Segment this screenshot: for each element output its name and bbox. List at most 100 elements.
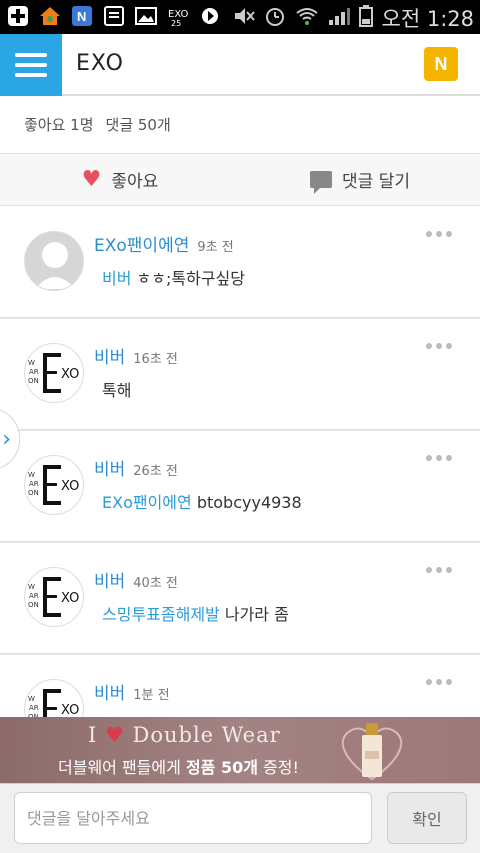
svg-text:AR: AR [29, 704, 39, 712]
svg-text:25: 25 [171, 19, 181, 27]
exo-logo-icon: WARON XO [28, 577, 79, 617]
avatar[interactable]: W AR ON XO [24, 343, 84, 403]
app-bar: EXO N [0, 34, 480, 96]
ad-subline-post: 증정! [257, 758, 299, 777]
exo-app-icon: EXO 25 [166, 4, 190, 28]
menu-button[interactable] [0, 34, 62, 96]
chevron-right-icon: › [2, 426, 11, 452]
status-bar: N EXO 25 오전 1:28 [0, 0, 480, 34]
author-name[interactable]: 비버 [94, 348, 125, 368]
mention-link[interactable]: 비버 [102, 269, 131, 288]
author-name[interactable]: 비버 [94, 460, 125, 480]
comment-author[interactable]: 비버 16초 전 [94, 343, 178, 368]
more-options-icon[interactable] [426, 455, 452, 461]
comment-item: W AR ON XO 비버 16초 전 톡해 [0, 319, 480, 431]
svg-text:W: W [28, 471, 35, 479]
svg-text:ON: ON [28, 489, 39, 497]
signal-icon [328, 6, 350, 31]
comment-author[interactable]: EXo팬이에연 9초 전 [94, 231, 234, 256]
like-label: 좋아요 [111, 172, 159, 192]
confirm-button[interactable]: 확인 [387, 792, 467, 844]
avatar[interactable]: W AR ON XO [24, 679, 84, 717]
exo-logo-icon: WARON XO [28, 465, 79, 505]
comment-text: 톡해 [102, 377, 131, 401]
svg-text:ON: ON [28, 601, 39, 609]
book-app-icon [102, 4, 126, 28]
menu-icon-line [15, 63, 47, 67]
comment-item: EXo팬이에연 9초 전 비버 ㅎㅎ;톡하구싶당 [0, 207, 480, 319]
menu-icon-line [15, 53, 47, 57]
menu-icon-line [15, 73, 47, 77]
comment-author[interactable]: 비버 1분 전 [94, 679, 170, 704]
write-comment-button[interactable]: 댓글 달기 [240, 154, 480, 205]
comment-author[interactable]: 비버 26초 전 [94, 455, 178, 480]
avatar[interactable]: W AR ON XO [24, 567, 84, 627]
clock: 오전 1:28 [381, 7, 474, 31]
mention-link[interactable]: 스밍투표좀해제발 [102, 605, 220, 624]
comment-item: W AR ON XO 비버 26초 전 EXo팬이에연 btobcyy4938 [0, 431, 480, 543]
ad-headline: I ♥ Double Wear [88, 723, 281, 747]
comment-body: 톡해 [102, 381, 132, 400]
wifi-icon [295, 6, 319, 31]
battery-icon [358, 4, 373, 32]
comment-item: W AR ON XO 비버 1분 전 [0, 655, 480, 717]
comment-text: EXo팬이에연 btobcyy4938 [102, 489, 302, 513]
svg-text:XO: XO [61, 591, 79, 606]
comment-time: 16초 전 [133, 352, 178, 367]
like-button[interactable]: ♥ 좋아요 [0, 154, 240, 205]
svg-text:AR: AR [29, 592, 39, 600]
svg-text:XO: XO [61, 703, 79, 717]
comment-body: 나가라 좀 [219, 605, 289, 624]
comment-item: W AR ON XO 비버 40초 전 스밍투표좀해제발 나가라 좀 [0, 543, 480, 655]
ad-headline-pre: I [88, 723, 98, 747]
svg-text:W: W [28, 359, 35, 367]
music-icon [198, 4, 222, 28]
gallery-icon [134, 4, 158, 28]
ad-subline-strong: 정품 50개 [185, 758, 258, 777]
like-count: 좋아요 1명 [24, 116, 94, 134]
exo-logo-icon: WARON XO [28, 689, 79, 717]
comment-text: 비버 ㅎㅎ;톡하구싶당 [102, 265, 245, 289]
notification-badge[interactable]: N [424, 47, 458, 81]
author-name[interactable]: 비버 [94, 572, 125, 592]
mute-icon [233, 6, 255, 31]
product-bottle-icon [341, 723, 403, 781]
comment-input[interactable] [14, 792, 372, 844]
write-comment-label: 댓글 달기 [342, 172, 410, 192]
n-app-icon: N [70, 4, 94, 28]
author-name[interactable]: 비버 [94, 684, 125, 704]
comment-icon [310, 171, 333, 194]
home-app-icon [38, 4, 62, 28]
add-icon [6, 4, 30, 28]
author-name[interactable]: EXo팬이에연 [94, 236, 189, 256]
comment-input-bar: 확인 [0, 783, 480, 853]
svg-text:W: W [28, 695, 35, 703]
heart-icon: ♥ [104, 723, 125, 747]
more-options-icon[interactable] [426, 343, 452, 349]
comment-time: 1분 전 [133, 688, 170, 703]
avatar[interactable]: W AR ON XO [24, 455, 84, 515]
svg-text:W: W [28, 583, 35, 591]
comment-list: EXo팬이에연 9초 전 비버 ㅎㅎ;톡하구싶당 W AR ON XO 비버 16초 전 … [0, 207, 480, 717]
comment-count: 댓글 50개 [105, 116, 171, 134]
comment-time: 9초 전 [197, 240, 234, 255]
comment-text: 스밍투표좀해제발 나가라 좀 [102, 601, 289, 625]
svg-text:ON: ON [28, 377, 39, 385]
ad-subline-pre: 더블웨어 팬들에게 [58, 758, 186, 777]
svg-text:AR: AR [29, 480, 39, 488]
comment-body: ㅎㅎ;톡하구싶당 [131, 269, 245, 288]
comment-time: 26초 전 [133, 464, 178, 479]
comment-author[interactable]: 비버 40초 전 [94, 567, 178, 592]
page-title: EXO [76, 51, 124, 76]
svg-text:XO: XO [61, 479, 79, 494]
avatar[interactable] [24, 231, 84, 291]
more-options-icon[interactable] [426, 231, 452, 237]
svg-text:XO: XO [61, 367, 79, 382]
svg-text:N: N [77, 9, 86, 24]
mention-link[interactable]: EXo팬이에연 [102, 493, 192, 512]
more-options-icon[interactable] [426, 679, 452, 685]
heart-icon: ♥ [81, 167, 102, 192]
ad-headline-post: Double Wear [132, 723, 281, 747]
more-options-icon[interactable] [426, 567, 452, 573]
ad-banner[interactable]: I ♥ Double Wear 더블웨어 팬들에게 정품 50개 증정! [0, 717, 480, 783]
